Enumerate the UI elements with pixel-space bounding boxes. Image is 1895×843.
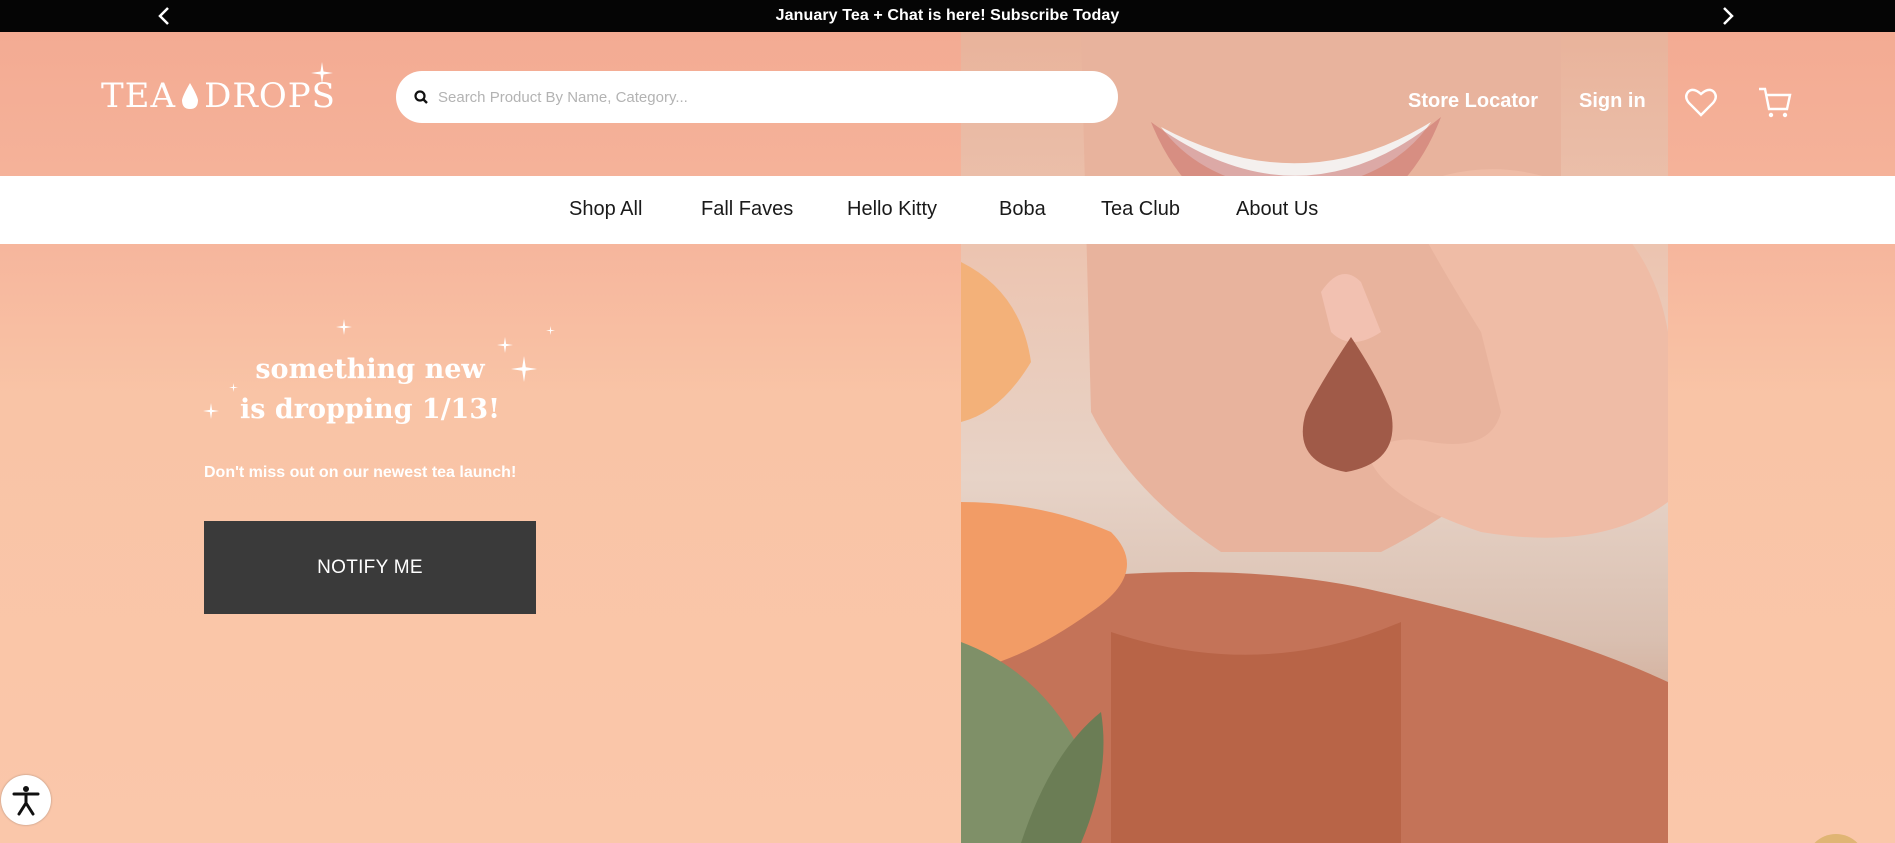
nav-item-hello-kitty[interactable]: Hello Kitty [847, 198, 937, 221]
promo-title-line-1: something new [255, 354, 485, 385]
sign-in-link[interactable]: Sign in [1579, 90, 1646, 113]
sparkle-icon [203, 403, 219, 419]
promo-title-line-2: is dropping 1/13! [240, 394, 500, 425]
promo-title: something new is dropping 1/13! [200, 350, 540, 430]
main-nav: Shop All Fall Faves Hello Kitty Boba Tea… [0, 176, 1895, 244]
sparkle-icon [497, 337, 513, 353]
nav-item-fall-faves[interactable]: Fall Faves [701, 198, 793, 221]
chevron-right-icon[interactable] [1717, 5, 1739, 27]
accessibility-icon [12, 786, 40, 816]
sparkle-icon [336, 319, 352, 335]
promo-subtitle: Don't miss out on our newest tea launch! [204, 464, 517, 481]
sparkle-icon [229, 383, 238, 392]
accessibility-button[interactable] [1, 775, 51, 825]
drop-icon [182, 83, 199, 109]
nav-item-boba[interactable]: Boba [999, 198, 1046, 221]
chevron-left-icon[interactable] [153, 5, 175, 27]
announcement-bar: January Tea + Chat is here! Subscribe To… [0, 0, 1895, 32]
logo[interactable]: TEA DROPS [101, 62, 346, 124]
announcement-text[interactable]: January Tea + Chat is here! Subscribe To… [776, 7, 1120, 25]
heart-icon[interactable] [1683, 84, 1719, 120]
search-input[interactable] [438, 77, 1118, 117]
logo-text-left: TEA [101, 76, 177, 116]
nav-item-tea-club[interactable]: Tea Club [1101, 198, 1180, 221]
search-icon[interactable] [414, 90, 428, 104]
notify-me-button[interactable]: NOTIFY ME [204, 521, 536, 614]
store-locator-link[interactable]: Store Locator [1408, 90, 1538, 113]
nav-item-about-us[interactable]: About Us [1236, 198, 1318, 221]
sparkle-icon [311, 62, 333, 84]
cart-icon[interactable] [1757, 84, 1793, 120]
sparkle-icon [511, 356, 537, 382]
sparkle-icon [546, 326, 555, 335]
nav-item-shop-all[interactable]: Shop All [569, 198, 642, 221]
search-bar[interactable] [396, 71, 1118, 123]
